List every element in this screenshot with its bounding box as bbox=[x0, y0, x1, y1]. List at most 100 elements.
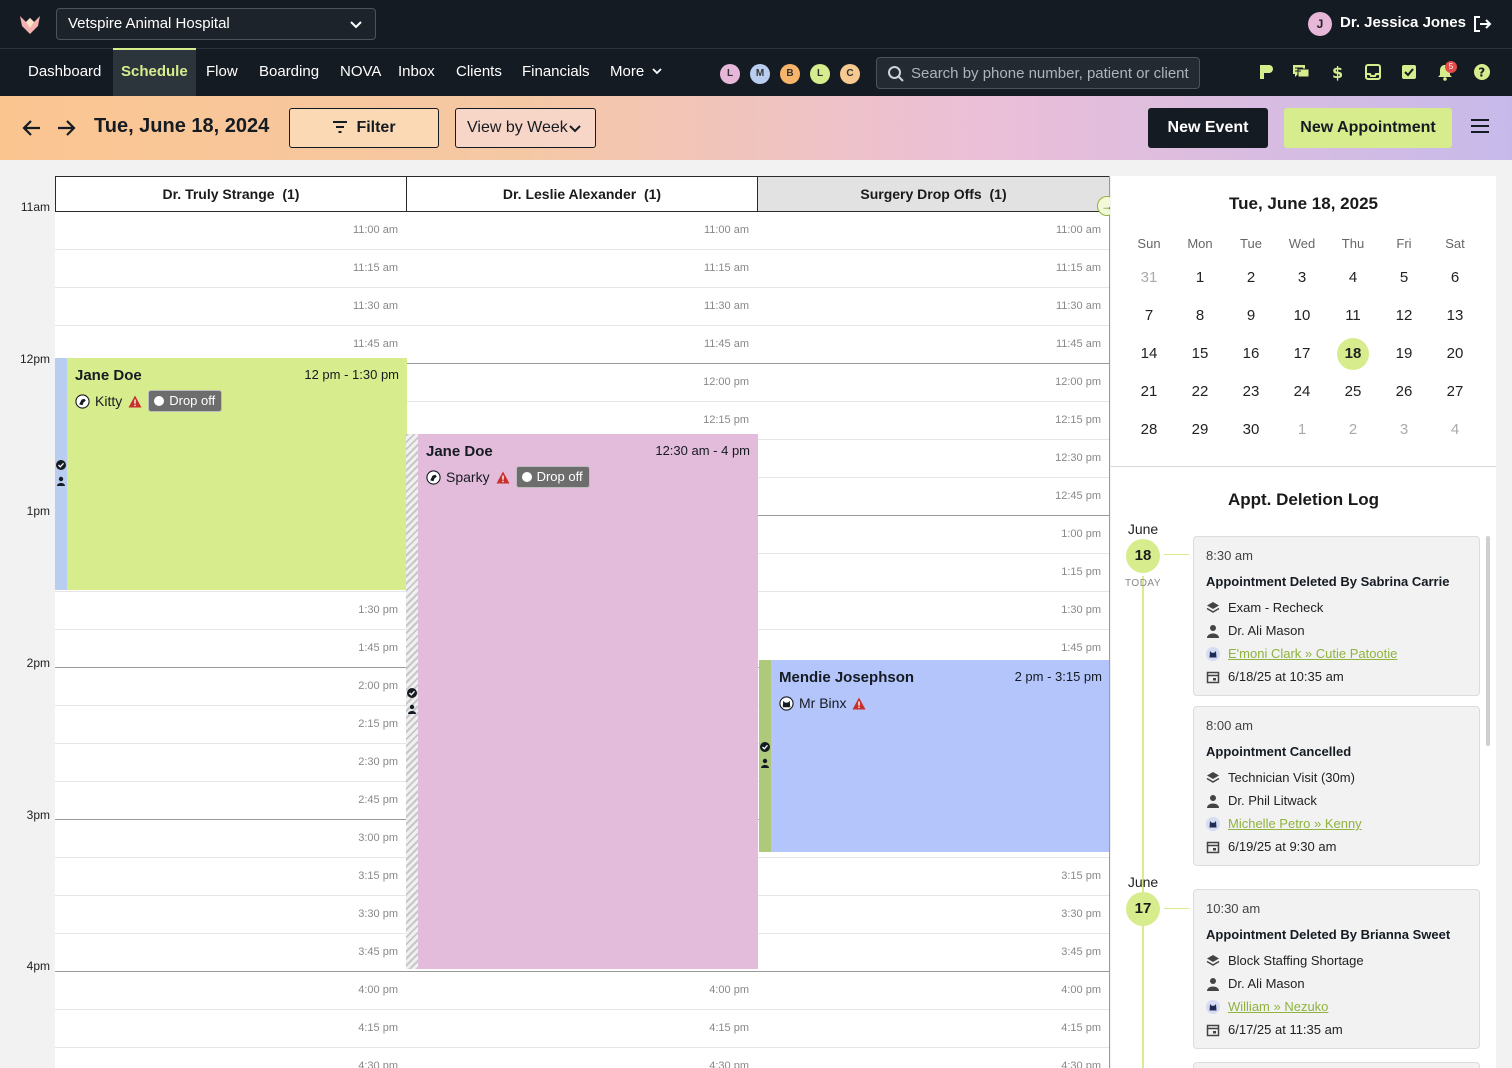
calendar-day[interactable]: 18 bbox=[1337, 338, 1369, 370]
time-slot[interactable]: 4:00 pm bbox=[406, 972, 757, 1010]
time-slot[interactable]: 3:30 pm bbox=[55, 896, 406, 934]
calendar-day[interactable]: 24 bbox=[1286, 376, 1318, 408]
calendar-day[interactable]: 10 bbox=[1286, 300, 1318, 332]
calendar-day[interactable]: 22 bbox=[1184, 376, 1216, 408]
time-slot[interactable]: 11:00 am bbox=[406, 212, 757, 250]
new-appointment-button[interactable]: New Appointment bbox=[1284, 108, 1452, 148]
time-slot[interactable]: 11:30 am bbox=[406, 288, 757, 326]
vetspire-logo[interactable] bbox=[18, 12, 42, 36]
time-slot[interactable]: 4:00 pm bbox=[55, 972, 406, 1010]
time-slot[interactable]: 4:15 pm bbox=[406, 1010, 757, 1048]
time-slot[interactable]: 12:00 pm bbox=[757, 364, 1109, 402]
calendar-day[interactable]: 13 bbox=[1439, 300, 1471, 332]
time-slot[interactable]: 2:00 pm bbox=[55, 668, 406, 706]
search-input[interactable] bbox=[911, 63, 1195, 83]
time-slot[interactable]: 11:00 am bbox=[757, 212, 1109, 250]
hospital-select[interactable]: Vetspire Animal Hospital bbox=[56, 8, 376, 40]
appointment-card[interactable]: Jane Doe 12 pm - 1:30 pm Kitty Drop off bbox=[55, 358, 407, 590]
time-slot[interactable]: 3:00 pm bbox=[55, 820, 406, 858]
time-slot[interactable]: 1:15 pm bbox=[757, 554, 1109, 592]
staff-avatar[interactable]: C bbox=[840, 64, 860, 84]
time-slot[interactable]: 11:15 am bbox=[757, 250, 1109, 288]
calendar-day[interactable]: 8 bbox=[1184, 300, 1216, 332]
calendar-day[interactable]: 20 bbox=[1439, 338, 1471, 370]
calendar-day[interactable]: 2 bbox=[1337, 414, 1369, 446]
staff-avatar[interactable]: B bbox=[780, 64, 800, 84]
calendar-day[interactable]: 1 bbox=[1184, 262, 1216, 294]
calendar-day[interactable]: 30 bbox=[1235, 414, 1267, 446]
calendar-day[interactable]: 15 bbox=[1184, 338, 1216, 370]
time-slot[interactable]: 12:30 pm bbox=[757, 440, 1109, 478]
arrow-left-icon[interactable] bbox=[20, 116, 44, 140]
nav-more[interactable]: More bbox=[610, 49, 662, 96]
calendar-day[interactable]: 14 bbox=[1133, 338, 1165, 370]
time-slot[interactable]: 4:15 pm bbox=[55, 1010, 406, 1048]
time-slot[interactable]: 3:45 pm bbox=[757, 934, 1109, 972]
view-select[interactable]: View by Week bbox=[455, 108, 596, 148]
nav-dashboard[interactable]: Dashboard bbox=[28, 49, 101, 96]
time-slot[interactable]: 12:15 pm bbox=[757, 402, 1109, 440]
calendar-day[interactable]: 9 bbox=[1235, 300, 1267, 332]
global-search[interactable] bbox=[876, 57, 1200, 89]
nav-flow[interactable]: Flow bbox=[206, 49, 238, 96]
calendar-day[interactable]: 11 bbox=[1337, 300, 1369, 332]
calendar-day[interactable]: 1 bbox=[1286, 414, 1318, 446]
time-slot[interactable]: 11:15 am bbox=[406, 250, 757, 288]
flag-icon[interactable] bbox=[1256, 63, 1274, 81]
time-slot[interactable]: 11:45 am bbox=[757, 326, 1109, 364]
log-scrollbar[interactable] bbox=[1486, 536, 1490, 746]
calendar-day[interactable]: 25 bbox=[1337, 376, 1369, 408]
logout-icon[interactable] bbox=[1472, 14, 1492, 34]
user-avatar[interactable]: J bbox=[1308, 12, 1332, 36]
checkbox-icon[interactable] bbox=[1400, 63, 1418, 81]
user-name[interactable]: Dr. Jessica Jones bbox=[1340, 14, 1466, 31]
time-slot[interactable]: 12:45 pm bbox=[757, 478, 1109, 516]
calendar-day[interactable]: 29 bbox=[1184, 414, 1216, 446]
time-slot[interactable]: 11:15 am bbox=[55, 250, 406, 288]
calendar-day[interactable]: 4 bbox=[1439, 414, 1471, 446]
calendar-day[interactable]: 19 bbox=[1388, 338, 1420, 370]
new-event-button[interactable]: New Event bbox=[1148, 108, 1268, 148]
calendar-day[interactable]: 3 bbox=[1286, 262, 1318, 294]
column-header-surgery-drop-offs[interactable]: Surgery Drop Offs (1) bbox=[757, 176, 1110, 212]
time-slot[interactable]: 3:30 pm bbox=[757, 896, 1109, 934]
time-slot[interactable]: 2:15 pm bbox=[55, 706, 406, 744]
appointment-card[interactable]: Jane Doe 12:30 am - 4 pm Sparky Drop off bbox=[406, 434, 758, 969]
time-slot[interactable]: 1:30 pm bbox=[757, 592, 1109, 630]
appointment-card[interactable]: Mendie Josephson 2 pm - 3:15 pm Mr Binx bbox=[759, 660, 1110, 852]
time-slot[interactable]: 4:30 pm bbox=[55, 1048, 406, 1068]
calendar-day[interactable]: 26 bbox=[1388, 376, 1420, 408]
time-slot[interactable]: 11:45 am bbox=[406, 326, 757, 364]
time-slot[interactable]: 1:00 pm bbox=[757, 516, 1109, 554]
calendar-day[interactable]: 27 bbox=[1439, 376, 1471, 408]
calendar-day[interactable]: 23 bbox=[1235, 376, 1267, 408]
calendar-day[interactable]: 6 bbox=[1439, 262, 1471, 294]
time-slot[interactable]: 2:30 pm bbox=[55, 744, 406, 782]
calendar-day[interactable]: 16 bbox=[1235, 338, 1267, 370]
time-slot[interactable]: 4:00 pm bbox=[757, 972, 1109, 1010]
calendar-day[interactable]: 12 bbox=[1388, 300, 1420, 332]
time-slot[interactable]: 3:15 pm bbox=[55, 858, 406, 896]
time-slot[interactable]: 11:30 am bbox=[55, 288, 406, 326]
inbox-icon[interactable] bbox=[1364, 63, 1382, 81]
time-slot[interactable]: 4:30 pm bbox=[757, 1048, 1109, 1068]
nav-nova[interactable]: NOVA bbox=[340, 49, 381, 96]
nav-inbox[interactable]: Inbox bbox=[398, 49, 435, 96]
log-patient-link[interactable]: Michelle Petro » Kenny bbox=[1228, 816, 1362, 831]
nav-boarding[interactable]: Boarding bbox=[259, 49, 319, 96]
filter-button[interactable]: Filter bbox=[289, 108, 439, 148]
calendar-day[interactable]: 28 bbox=[1133, 414, 1165, 446]
calendar-day[interactable]: 7 bbox=[1133, 300, 1165, 332]
calendar-day[interactable]: 31 bbox=[1133, 262, 1165, 294]
time-slot[interactable]: 3:45 pm bbox=[55, 934, 406, 972]
time-slot[interactable]: 4:30 pm bbox=[406, 1048, 757, 1068]
time-slot[interactable]: 1:30 pm bbox=[55, 592, 406, 630]
time-slot[interactable]: 3:15 pm bbox=[757, 858, 1109, 896]
column-header-dr-truly-strange[interactable]: Dr. Truly Strange (1) bbox=[55, 176, 407, 212]
time-slot[interactable]: 1:45 pm bbox=[55, 630, 406, 668]
calendar-day[interactable]: 4 bbox=[1337, 262, 1369, 294]
staff-avatar[interactable]: M bbox=[750, 64, 770, 84]
dollar-icon[interactable]: $ bbox=[1328, 63, 1346, 81]
nav-schedule[interactable]: Schedule bbox=[113, 48, 196, 96]
log-patient-link[interactable]: E'moni Clark » Cutie Patootie bbox=[1228, 646, 1397, 661]
